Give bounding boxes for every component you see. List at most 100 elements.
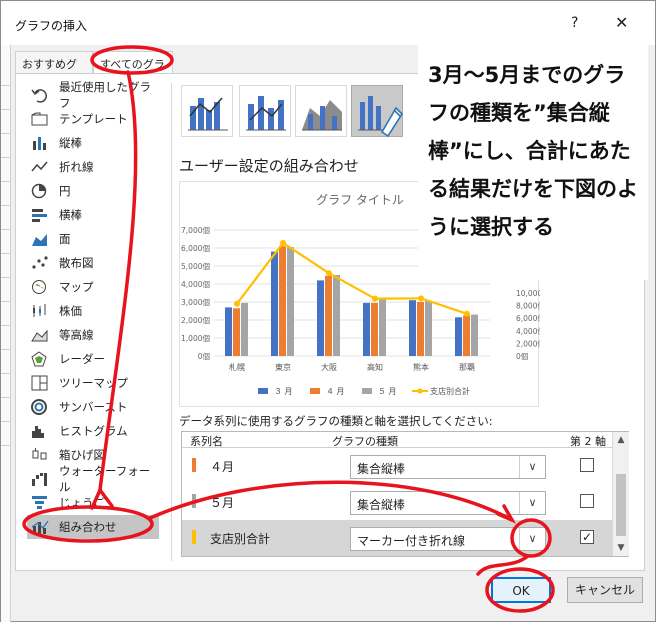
x-tick-label: 熊本 (413, 362, 429, 372)
waterfall-icon (31, 471, 49, 487)
sidebar-item-surface-chart[interactable]: 等高線 (27, 323, 159, 347)
sidebar-item-label: 箱ひげ図 (59, 448, 105, 462)
line-point (418, 295, 424, 302)
sidebar-item-label: サンバースト (59, 400, 128, 414)
sidebar-item-waterfall[interactable]: ウォーターフォール (27, 464, 159, 494)
background-sheet-strip (1, 45, 11, 622)
y-tick-label: 3,000個 (181, 297, 210, 307)
sidebar-item-column-chart[interactable]: 縦棒 (27, 131, 159, 155)
sidebar-item-area-chart[interactable]: 面 (27, 227, 159, 251)
radar-chart-icon (31, 351, 49, 367)
cancel-button[interactable]: キャンセル (567, 577, 643, 603)
line-point (280, 239, 286, 246)
chart-type-select[interactable]: マーカー付き折れ線 ∨ (350, 527, 546, 551)
bar (241, 302, 248, 356)
y-tick-label: 7,000個 (181, 225, 210, 235)
secondary-axis-checkbox[interactable]: ✓ (580, 530, 594, 544)
sunburst-icon (31, 399, 49, 415)
sidebar-item-combo-chart[interactable]: 組み合わせ (27, 515, 159, 539)
combo-chart-icon (31, 519, 49, 535)
chart-type-select[interactable]: 集合縦棒 ∨ (350, 491, 546, 515)
folder-icon (31, 111, 49, 127)
legend-swatch (258, 388, 268, 394)
bar-chart-icon (31, 207, 49, 223)
sidebar-item-bar-chart[interactable]: 横棒 (27, 203, 159, 227)
stock-chart-icon (31, 303, 49, 319)
sidebar-item-label: テンプレート (59, 112, 128, 126)
bar (287, 247, 294, 356)
line-point (464, 310, 470, 317)
scroll-thumb[interactable] (616, 474, 626, 536)
sidebar-item-label: マップ (59, 280, 94, 294)
chevron-down-icon[interactable]: ∨ (519, 456, 545, 478)
sidebar-item-label: 等高線 (59, 328, 94, 342)
sidebar-item-label: 縦棒 (59, 136, 82, 150)
custom-combo-icon[interactable] (351, 85, 404, 138)
sidebar-item-pie-chart[interactable]: 円 (27, 179, 159, 203)
scroll-up-icon[interactable]: ▲ (613, 432, 629, 448)
bar (417, 302, 424, 356)
series-color-swatch (192, 530, 196, 544)
sidebar-item-folder[interactable]: テンプレート (27, 107, 159, 131)
column-line-secondary-icon[interactable] (239, 85, 291, 137)
sidebar-item-label: 円 (59, 184, 71, 198)
title-bar: グラフの挿入 ? ✕ (1, 1, 655, 45)
close-button[interactable]: ✕ (615, 13, 628, 32)
sidebar-item-histogram[interactable]: ヒストグラム (27, 419, 159, 443)
tab-recommended-charts[interactable]: おすすめグラフ (15, 51, 93, 87)
chart-type-select[interactable]: 集合縦棒 ∨ (350, 455, 546, 479)
callout-text: 3月～5月までのグラフの種類を”集合縦棒”にし、合計にあたる結果だけを下図のよう… (428, 63, 638, 239)
clustered-column-line-icon[interactable] (181, 85, 233, 137)
help-button[interactable]: ? (571, 15, 578, 31)
treemap-icon (31, 375, 49, 391)
series-prompt: データ系列に使用するグラフの種類と軸を選択してください: (179, 414, 493, 428)
secondary-axis-checkbox[interactable] (580, 458, 594, 472)
sidebar-item-funnel[interactable]: じょうご (27, 491, 159, 515)
boxplot-icon (31, 447, 49, 463)
sidebar-item-sunburst[interactable]: サンバースト (27, 395, 159, 419)
bar (409, 300, 416, 356)
category-divider (171, 83, 172, 561)
series-table-scrollbar[interactable]: ▲ ▼ (612, 432, 629, 556)
sidebar-item-treemap[interactable]: ツリーマップ (27, 371, 159, 395)
x-tick-label: 大阪 (321, 362, 337, 372)
line-point (234, 300, 240, 307)
undo-icon (31, 87, 49, 103)
chevron-down-icon[interactable]: ∨ (519, 528, 545, 550)
x-tick-label: 高知 (367, 362, 383, 372)
series-row[interactable]: 支店別合計 マーカー付き折れ線 ∨ ✓ (182, 520, 612, 556)
ok-button[interactable]: OK (491, 577, 551, 603)
sidebar-item-map[interactable]: マップ (27, 275, 159, 299)
tab-all-charts[interactable]: すべてのグラフ (93, 51, 173, 87)
bar (371, 302, 378, 356)
bar (463, 315, 470, 356)
chevron-down-icon[interactable]: ∨ (519, 492, 545, 514)
column-chart-icon (31, 135, 49, 151)
sidebar-item-label: レーダー (59, 352, 105, 366)
sidebar-item-label: ヒストグラム (59, 424, 128, 438)
sidebar-item-label: 株価 (59, 304, 82, 318)
series-row-name: 支店別合計 (210, 532, 271, 546)
scroll-down-icon[interactable]: ▼ (613, 540, 629, 556)
x-tick-label: 那覇 (459, 363, 475, 372)
bar (233, 308, 240, 356)
header-chart-type: グラフの種類 (332, 435, 398, 448)
legend-label: ３ 月 (274, 387, 293, 396)
secondary-axis-checkbox[interactable] (580, 494, 594, 508)
area-column-icon[interactable] (295, 85, 347, 137)
sidebar-item-undo[interactable]: 最近使用したグラフ (27, 80, 159, 110)
legend-label: ５ 月 (378, 387, 397, 396)
sidebar-item-scatter-chart[interactable]: 散布図 (27, 251, 159, 275)
line-chart-icon (31, 159, 49, 175)
bar (317, 280, 324, 356)
sidebar-item-line-chart[interactable]: 折れ線 (27, 155, 159, 179)
chart-type-value: 集合縦棒 (357, 462, 406, 476)
line-point (326, 270, 332, 277)
series-row[interactable]: ４月 集合縦棒 ∨ (182, 448, 612, 484)
sidebar-item-radar-chart[interactable]: レーダー (27, 347, 159, 371)
series-row[interactable]: ５月 集合縦棒 ∨ (182, 484, 612, 520)
y2-tick-label: 8,000個 (516, 301, 540, 311)
sidebar-item-stock-chart[interactable]: 株価 (27, 299, 159, 323)
histogram-icon (31, 423, 49, 439)
series-color-swatch (192, 494, 196, 508)
